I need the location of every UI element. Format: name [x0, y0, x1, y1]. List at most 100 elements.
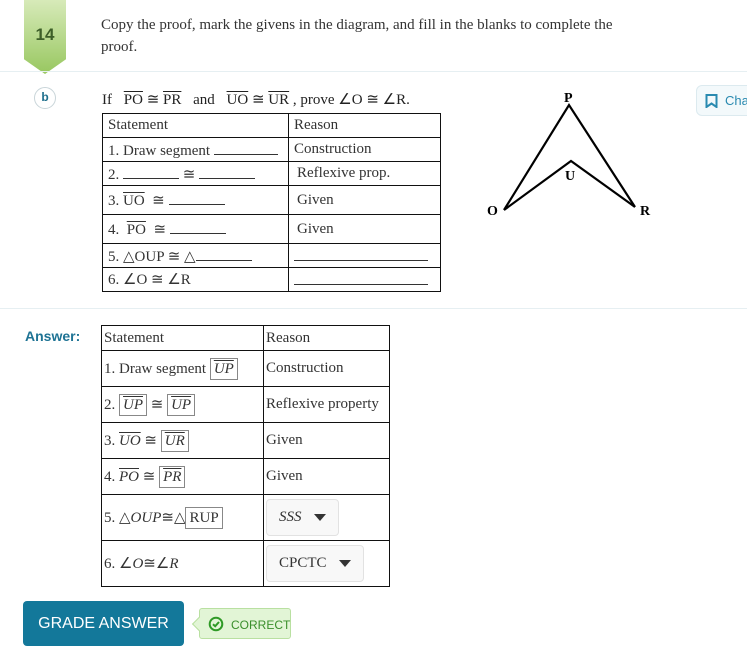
status-label: CORRECT	[231, 618, 291, 632]
blank	[294, 270, 428, 285]
table-row: 1. Draw segment Construction	[102, 137, 441, 162]
problem-proof-table: Statement Reason 1. Draw segment Constru…	[102, 113, 441, 292]
reason-cell: Given	[288, 214, 441, 244]
statement-number: 4.	[104, 468, 116, 485]
blank	[213, 140, 278, 155]
segment-po: PO	[123, 92, 143, 108]
statement-cell: 1. Draw segment	[102, 137, 289, 162]
blank	[168, 190, 225, 205]
statement-cell: 3. UO ≅ UR	[101, 422, 264, 459]
statement-number: 4.	[108, 222, 120, 238]
answer-box[interactable]: UP	[167, 393, 196, 416]
reason-cell: Given	[288, 185, 441, 215]
label-r: R	[640, 204, 651, 219]
dropdown-value: CPCTC	[279, 555, 327, 571]
reason-cell: Reflexive prop.	[288, 161, 441, 186]
statement-cell: 4. PO ≅	[102, 214, 289, 244]
caret-down-icon	[338, 560, 351, 567]
reason-dropdown[interactable]: SSS	[266, 499, 339, 536]
table-row: 3. UO ≅ Given	[102, 185, 441, 215]
header-reason: Reason	[288, 113, 441, 138]
congruent-symbol: ≅	[182, 166, 196, 183]
reason-cell: Given	[263, 422, 390, 459]
answer-label: Answer:	[25, 328, 81, 344]
reason-cell	[288, 267, 441, 292]
congruent-symbol: ≅△	[161, 509, 186, 526]
reason-dropdown[interactable]: CPCTC	[266, 545, 364, 582]
segment: PO	[126, 222, 146, 238]
chapter-tab[interactable]: Cha	[696, 85, 747, 116]
blank	[294, 246, 428, 261]
table-row: 1. Draw segment UP Construction	[101, 350, 390, 387]
segment: UO	[123, 193, 145, 209]
outer-triangle-lines	[503, 102, 636, 211]
reason-cell: SSS	[263, 494, 390, 541]
header-statement: Statement	[101, 325, 264, 351]
statement-cell: 2. ≅	[102, 161, 289, 186]
table-row: 6. ∠O≅∠R CPCTC	[101, 540, 390, 587]
answer-box[interactable]: UR	[160, 429, 189, 452]
congruent-symbol: ≅	[142, 468, 156, 485]
angle-name: O	[132, 556, 144, 572]
congruent-symbol: ≅	[251, 92, 265, 108]
segment: UO	[119, 432, 141, 449]
prove-text: , prove ∠O ≅ ∠R.	[292, 92, 410, 108]
statement-number: 6. ∠	[104, 556, 133, 572]
reason-cell: Construction	[263, 350, 390, 387]
answer-box[interactable]: PR	[159, 465, 186, 488]
blank	[169, 219, 226, 234]
divider	[0, 308, 747, 309]
answer-proof-table: Statement Reason 1. Draw segment UP Cons…	[101, 325, 390, 587]
table-row: 4. PO ≅ Given	[102, 214, 441, 244]
table-header-row: Statement Reason	[101, 325, 390, 351]
bookmark-icon	[705, 94, 718, 108]
reason-cell: Reflexive property	[263, 386, 390, 423]
check-circle-icon	[208, 616, 224, 632]
part-badge: b	[34, 87, 56, 109]
instructions-text: Copy the proof, mark the givens in the d…	[101, 17, 613, 55]
statement-text: 5. △OUP ≅ △	[108, 248, 196, 265]
correct-status-badge: CORRECT	[199, 608, 291, 639]
congruent-symbol: ≅	[153, 222, 167, 238]
statement-cell: 4. PO ≅ PR	[101, 458, 264, 495]
given-statement: If PO ≅ PR and UO ≅ UR , prove ∠O ≅ ∠R.	[102, 90, 410, 109]
grade-answer-button[interactable]: GRADE ANSWER	[23, 601, 184, 646]
divider	[0, 71, 747, 72]
congruent-symbol: ≅	[146, 92, 160, 108]
statement-text: 2.	[108, 166, 120, 183]
given-if: If	[102, 92, 112, 108]
table-row: 5. △OUP≅△ RUP SSS	[101, 494, 390, 541]
blank	[195, 246, 252, 261]
statement-cell: 6. ∠O ≅ ∠R	[102, 267, 289, 292]
reason-cell	[288, 243, 441, 268]
segment-pr: PR	[163, 92, 182, 108]
statement-cell: 1. Draw segment UP	[101, 350, 264, 387]
triangle-name: OUP	[130, 509, 162, 526]
table-row: 6. ∠O ≅ ∠R	[102, 267, 441, 292]
table-row: 2. UP ≅ UP Reflexive property	[101, 386, 390, 423]
statement-cell: 2. UP ≅ UP	[101, 386, 264, 423]
statement-cell: 5. △OUP ≅ △	[102, 243, 289, 268]
answer-box[interactable]: UP	[209, 357, 238, 380]
statement-cell: 6. ∠O≅∠R	[101, 540, 264, 587]
label-u: U	[565, 169, 575, 184]
table-row: 2. ≅ Reflexive prop.	[102, 161, 441, 186]
answer-box[interactable]: RUP	[185, 506, 223, 529]
congruent-symbol: ≅∠	[143, 556, 170, 572]
answer-box[interactable]: UP	[119, 393, 147, 416]
statement-cell: 3. UO ≅	[102, 185, 289, 215]
label-o: O	[487, 204, 498, 219]
dropdown-value: SSS	[279, 509, 302, 525]
segment-uo: UO	[226, 92, 249, 108]
statement-number: 3.	[104, 432, 116, 449]
given-and: and	[193, 92, 215, 108]
congruent-symbol: ≅	[144, 432, 157, 449]
triangle-diagram: P U O R	[487, 91, 651, 219]
chapter-tab-label: Cha	[725, 93, 747, 108]
table-row: 4. PO ≅ PR Given	[101, 458, 390, 495]
caret-down-icon	[313, 514, 326, 521]
segment-ur: UR	[268, 92, 290, 108]
header-statement: Statement	[102, 113, 289, 138]
statement-number: 3.	[108, 193, 120, 209]
segment: PO	[119, 468, 139, 485]
